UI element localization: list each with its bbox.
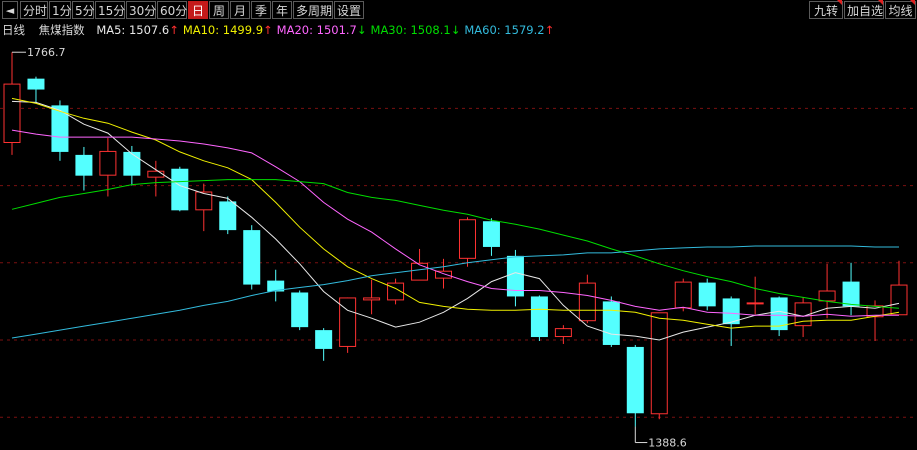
candle-body-18 <box>435 270 453 279</box>
candle-body-29 <box>698 282 716 307</box>
ma-line-MA30 <box>11 179 900 309</box>
candle-body-2 <box>51 105 69 152</box>
candle-body-23 <box>554 328 572 338</box>
candle-body-17 <box>411 262 429 281</box>
ma-line-MA20 <box>11 129 899 317</box>
candle-body-22 <box>530 296 548 338</box>
candle-body-28 <box>674 281 692 309</box>
candle-body-25 <box>602 301 620 345</box>
candle-body-37 <box>890 284 908 316</box>
candle-body-15 <box>363 297 381 301</box>
candle-body-7 <box>171 168 189 211</box>
candle-body-31 <box>746 302 764 305</box>
candle-body-20 <box>482 221 500 247</box>
candle-body-35 <box>842 281 860 307</box>
ma-line-MA5 <box>11 100 900 341</box>
candle-body-0 <box>3 83 21 143</box>
candle-body-13 <box>315 330 333 349</box>
candle-body-19 <box>458 219 476 259</box>
candlestick-chart: 1766.7 1388.6 <box>0 46 917 450</box>
ma-line-MA10 <box>11 97 900 329</box>
candle-body-26 <box>626 346 644 414</box>
min-price-label: 1388.6 <box>648 437 687 450</box>
candle-body-34 <box>818 290 836 302</box>
candle-body-24 <box>578 282 596 322</box>
candle-body-12 <box>291 292 309 328</box>
max-price-label: 1766.7 <box>27 46 66 59</box>
candle-body-4 <box>99 150 117 176</box>
candle-body-9 <box>219 201 237 231</box>
candle-body-3 <box>75 154 93 176</box>
ma-line-MA60 <box>11 245 899 339</box>
candle-body-10 <box>243 230 261 285</box>
candle-body-6 <box>147 170 165 178</box>
candle-body-1 <box>27 78 45 90</box>
candle-body-5 <box>123 151 141 176</box>
candle-body-14 <box>339 297 357 347</box>
candle-body-27 <box>650 312 668 415</box>
